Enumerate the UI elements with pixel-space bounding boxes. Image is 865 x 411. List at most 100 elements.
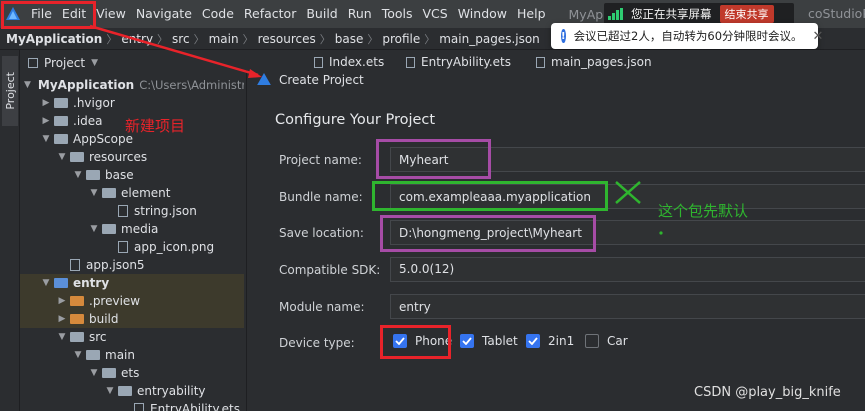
tree-row[interactable]: EntryAbility.ets [20,400,244,411]
device-car-checkbox[interactable]: Car [585,334,628,348]
tree-item-label: app.json5 [86,258,145,272]
file-icon [118,241,128,253]
tab-main-pages-json[interactable]: main_pages.json [536,53,652,71]
menu-tools[interactable]: Tools [377,0,418,28]
chevron-down-icon[interactable]: ▼ [88,224,100,234]
menu-view[interactable]: View [91,0,131,28]
menu-refactor[interactable]: Refactor [239,0,301,28]
breadcrumb-item[interactable]: src [172,32,190,46]
editor-tabs: Index.ets EntryAbility.ets main_pages.js… [244,50,865,72]
breadcrumb-item[interactable]: profile [382,32,420,46]
tree-row[interactable]: ▼ ets [20,364,244,382]
chevron-right-icon[interactable]: ▶ [56,296,68,306]
annotation-box-project-name [376,139,491,179]
tree-row[interactable]: string.json [20,202,244,220]
menu-help[interactable]: Help [512,0,551,28]
tree-row[interactable]: ▼ element [20,184,244,202]
checkbox-checked-icon [526,334,540,348]
page-title: Configure Your Project [275,112,436,128]
compatible-sdk-label: Compatible SDK: [279,263,381,277]
module-name-input[interactable] [390,294,865,319]
chevron-down-icon[interactable]: ▼ [24,80,31,90]
tree-row[interactable]: ▶ .hvigor [20,94,244,112]
menu-navigate[interactable]: Navigate [131,0,197,28]
file-icon [118,205,128,217]
breadcrumb-item[interactable]: main [209,32,239,46]
chevron-down-icon[interactable]: ▼ [88,368,100,378]
tree-item-label: AppScope [73,132,133,146]
tree-row[interactable]: ▼ entryability [20,382,244,400]
tree-item-label: main [105,348,135,362]
breadcrumb-item[interactable]: base [335,32,364,46]
project-tool-tab[interactable]: Project [2,56,18,126]
tab-index-ets[interactable]: Index.ets [314,53,384,71]
tree-row[interactable]: ▶ build [20,310,244,328]
annotation-box-save-location [380,215,596,252]
device-2in1-checkbox[interactable]: 2in1 [526,334,574,348]
chevron-down-icon[interactable]: ▼ [56,152,68,162]
chevron-down-icon[interactable]: ▼ [104,386,116,396]
device-tablet-label: Tablet [482,334,518,348]
device-car-label: Car [607,334,628,348]
breadcrumb-item[interactable]: resources [258,32,316,46]
project-panel-title[interactable]: Project [44,56,85,70]
tree-item-label: app_icon.png [134,240,215,254]
tab-entryability-ets[interactable]: EntryAbility.ets [406,53,511,71]
tree-row[interactable]: app_icon.png [20,238,244,256]
tree-row[interactable]: ▼ src [20,328,244,346]
menu-window[interactable]: Window [453,0,512,28]
tree-item-label: MyApplication [37,78,135,92]
annotation-box-bundle-name [372,181,608,211]
tree-item-label: media [121,222,159,236]
chevron-right-icon[interactable]: ▶ [40,98,52,108]
folder-icon [70,314,84,324]
dialog-title: Create Project [279,73,364,87]
project-panel: Project ▼ ▼ MyApplication C:\Users\Adminis… [20,50,244,411]
compatible-sdk-select[interactable]: 5.0.0(12) [390,257,865,282]
chevron-down-icon[interactable]: ▼ [72,350,84,360]
project-panel-header: Project ▼ [20,50,244,76]
chevron-right-icon[interactable]: ▶ [56,314,68,324]
menu-vcs[interactable]: VCS [418,0,453,28]
chevron-down-icon[interactable]: ▼ [40,278,52,288]
menu-code[interactable]: Code [197,0,239,28]
stop-sharing-button[interactable]: 结束共享 [719,5,774,23]
menu-build[interactable]: Build [301,0,342,28]
chevron-down-icon[interactable]: ▼ [88,188,100,198]
project-view-icon [28,58,38,68]
tree-item-label: build [89,312,119,326]
tree-row[interactable]: ▶ .preview [20,292,244,310]
save-location-label: Save location: [279,226,364,240]
device-tablet-checkbox[interactable]: Tablet [460,334,518,348]
menu-run[interactable]: Run [343,0,377,28]
tree-item-label: element [121,186,171,200]
chevron-right-icon[interactable]: ▶ [40,116,52,126]
breadcrumb-item[interactable]: main_pages.json [439,32,540,46]
folder-icon [70,152,84,162]
breadcrumb-item[interactable]: entry [121,32,153,46]
folder-icon [54,116,68,126]
chevron-down-icon[interactable]: ▼ [72,170,84,180]
tree-row[interactable]: ▼ resources [20,148,244,166]
tree-row[interactable]: ▼ media [20,220,244,238]
tree-row[interactable]: app.json5 [20,256,244,274]
tree-item-label: base [105,168,134,182]
tree-row[interactable]: ▼ entry [20,274,244,292]
device-2in1-label: 2in1 [548,334,575,348]
tree-row[interactable]: ▼ MyApplication C:\Users\Administrat [20,76,244,94]
file-icon [406,56,415,68]
breadcrumb-item[interactable]: MyApplication [6,32,102,46]
close-icon[interactable]: ✕ [813,29,824,44]
folder-icon [54,98,68,108]
compatible-sdk-value: 5.0.0(12) [399,262,455,276]
signal-icon [608,8,623,20]
chevron-down-icon[interactable]: ▼ [56,332,68,342]
tree-item-label: .idea [73,114,103,128]
screen-share-bar: 您正在共享屏幕 结束共享 [604,3,794,25]
chevron-down-icon[interactable]: ▼ [91,58,98,68]
tree-row[interactable]: ▼ base [20,166,244,184]
annotation-box-phone [380,325,451,359]
chevron-down-icon[interactable]: ▼ [40,134,52,144]
tree-item-label: entryability [137,384,206,398]
tree-row[interactable]: ▼ main [20,346,244,364]
